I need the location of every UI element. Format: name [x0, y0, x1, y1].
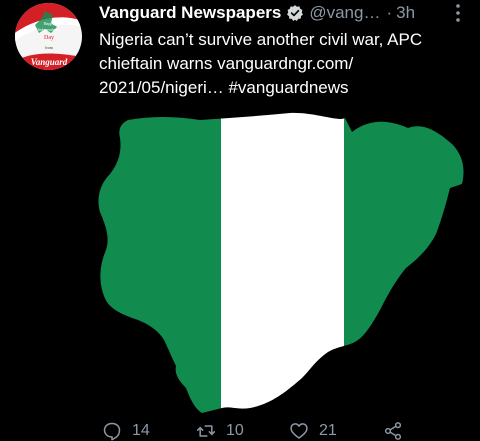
reply-icon	[103, 422, 121, 440]
like-button[interactable]: 21	[289, 420, 337, 441]
separator-dot: ·	[386, 3, 393, 22]
retweet-count: 10	[226, 421, 244, 439]
tweet-header: Vanguard Newspapers @vang… · 3h	[99, 3, 415, 23]
avatar-text-happy: Happy	[44, 21, 55, 26]
reply-button[interactable]: 14	[102, 420, 150, 441]
avatar[interactable]: Happy Independence Day from Vanguard	[15, 3, 82, 70]
vanguard-independence-day-avatar: Happy Independence Day from Vanguard	[15, 3, 82, 70]
heart-icon	[290, 422, 308, 439]
reply-count: 14	[132, 421, 150, 439]
retweet-button[interactable]: 10	[196, 420, 244, 441]
handle[interactable]: @vang…	[309, 3, 380, 23]
like-count: 21	[319, 421, 337, 439]
display-name[interactable]: Vanguard Newspapers	[99, 3, 281, 23]
avatar-text-independence: Independence	[38, 27, 60, 32]
nigeria-flag-map-image[interactable]	[90, 108, 472, 413]
tweet-actions: 14 10 21	[0, 420, 480, 441]
more-vertical-icon[interactable]	[452, 3, 464, 23]
avatar-text-from: from	[45, 45, 54, 50]
avatar-text-day: Day	[44, 35, 54, 41]
tweet-text: Nigeria can’t survive another civil war,…	[99, 30, 423, 97]
timestamp[interactable]: 3h	[396, 3, 415, 23]
tweet-card[interactable]: Happy Independence Day from Vanguard Van…	[0, 0, 480, 441]
verified-badge-icon	[287, 5, 304, 21]
share-icon	[384, 421, 402, 440]
avatar-text-vanguard: Vanguard	[31, 57, 68, 67]
retweet-icon	[196, 424, 216, 437]
share-button[interactable]	[383, 420, 413, 441]
